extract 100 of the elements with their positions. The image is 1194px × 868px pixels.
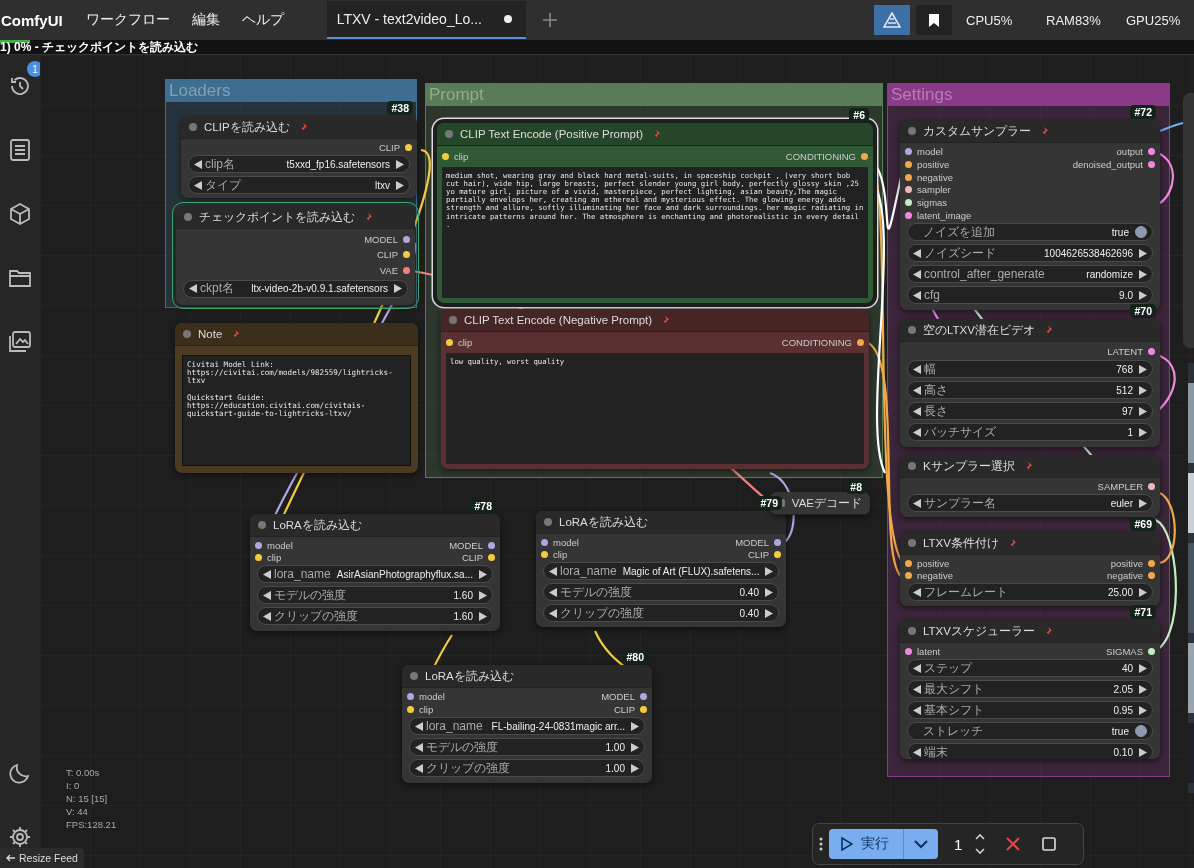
input-slot-icon[interactable] xyxy=(905,186,912,194)
left-arrow-icon[interactable] xyxy=(263,569,271,579)
input-slot-icon[interactable] xyxy=(905,199,912,206)
node-title-bar[interactable]: カスタムサンプラー xyxy=(900,120,1160,143)
menu-item[interactable]: ワークフロー xyxy=(76,5,179,35)
node-card[interactable]: LTXVスケジューラー latent SIGMAS ステップ 40 最大シフト 2.05 基本シフト 0.95 ストレッチ true 端末 0.10 xyxy=(900,620,1160,759)
drag-handle-icon[interactable] xyxy=(819,837,823,851)
value-widget[interactable]: モデルの強度 1.00 xyxy=(409,738,645,756)
collapse-dot-icon[interactable] xyxy=(410,672,418,680)
right-arrow-icon[interactable] xyxy=(765,566,774,576)
node-title-bar[interactable]: Kサンプラー選択 xyxy=(900,455,1160,478)
input-slot-icon[interactable] xyxy=(446,338,453,346)
menu-item[interactable]: ヘルプ xyxy=(232,5,293,35)
right-arrow-icon[interactable] xyxy=(1139,684,1147,694)
collapse-dot-icon[interactable] xyxy=(908,539,916,547)
collapse-dot-icon[interactable] xyxy=(908,462,916,470)
left-arrow-icon[interactable] xyxy=(263,611,271,621)
images-button[interactable] xyxy=(6,329,34,355)
output-slot-icon[interactable] xyxy=(774,551,781,558)
value-widget[interactable]: 最大シフト 2.05 xyxy=(907,680,1153,698)
output-slot-icon[interactable] xyxy=(640,693,647,701)
left-arrow-icon[interactable] xyxy=(913,269,921,279)
node-title-bar[interactable]: 空のLTXV潜在ビデオ xyxy=(900,319,1160,342)
right-arrow-icon[interactable] xyxy=(1139,364,1147,374)
output-slot-icon[interactable] xyxy=(1148,148,1155,156)
left-arrow-icon[interactable] xyxy=(913,684,921,694)
left-arrow-icon[interactable] xyxy=(415,763,423,773)
output-slot-icon[interactable] xyxy=(774,539,781,546)
left-arrow-icon[interactable] xyxy=(913,385,921,395)
input-slot-icon[interactable] xyxy=(905,173,912,181)
left-arrow-icon[interactable] xyxy=(913,498,921,508)
value-widget[interactable]: 基本シフト 0.95 xyxy=(907,701,1153,719)
node-title-bar[interactable]: LoRAを読み込む xyxy=(536,511,786,534)
toggle-widget[interactable]: ストレッチ true xyxy=(907,722,1153,740)
right-arrow-icon[interactable] xyxy=(1139,747,1147,757)
input-slot-icon[interactable] xyxy=(905,148,912,156)
right-arrow-icon[interactable] xyxy=(479,590,487,600)
value-widget[interactable]: ノイズシード 1004626538462696 xyxy=(907,244,1153,263)
value-widget[interactable]: ckpt名 ltx-video-2b-v0.9.1.safetensors xyxy=(183,279,408,298)
stepper-icon[interactable] xyxy=(974,831,987,857)
bookmark-button[interactable] xyxy=(916,5,952,35)
value-widget[interactable]: cfg 9.0 xyxy=(907,286,1153,305)
node-card[interactable]: LoRAを読み込む model MODEL clip CLIP lora_name AsirAsianPhotographyflux.sa... モデルの強度 1.60 クリップの強度 1.60 xyxy=(250,514,500,631)
right-arrow-icon[interactable] xyxy=(394,284,402,293)
node-card[interactable]: 空のLTXV潜在ビデオ LATENT 幅 768 高さ 512 長さ 97 バッチサイズ 1 xyxy=(900,319,1160,447)
collapse-dot-icon[interactable] xyxy=(908,627,916,635)
node-card[interactable]: LoRAを読み込む model MODEL clip CLIP lora_name Magic of Art (FLUX).safetens... モデルの強度 0.40 クリップの強度 0.40 xyxy=(536,511,786,627)
toggle-widget[interactable]: ノイズを追加 true xyxy=(907,223,1153,242)
batch-count-field[interactable]: 1 xyxy=(944,829,993,859)
right-arrow-icon[interactable] xyxy=(1139,248,1147,258)
right-arrow-icon[interactable] xyxy=(1139,406,1147,416)
node-title-bar[interactable]: CLIP Text Encode (Positive Prompt) xyxy=(437,123,873,146)
node-title-bar[interactable]: チェックポイントを読み込む xyxy=(176,206,415,229)
right-arrow-icon[interactable] xyxy=(1139,587,1147,597)
run-options-button[interactable] xyxy=(903,829,938,859)
input-slot-icon[interactable] xyxy=(407,705,414,713)
input-slot-icon[interactable] xyxy=(255,554,262,561)
right-arrow-icon[interactable] xyxy=(396,159,404,169)
workflow-tab[interactable]: LTXV - text2video_Lo... xyxy=(326,1,526,39)
value-widget[interactable]: フレームレート 25.00 xyxy=(907,583,1153,601)
right-arrow-icon[interactable] xyxy=(1139,427,1147,437)
left-arrow-icon[interactable] xyxy=(913,406,921,416)
collapse-dot-icon[interactable] xyxy=(258,521,266,529)
value-widget[interactable]: タイプ ltxv xyxy=(188,176,410,194)
left-arrow-icon[interactable] xyxy=(415,742,423,752)
left-arrow-icon[interactable] xyxy=(913,663,921,673)
left-arrow-icon[interactable] xyxy=(549,587,557,597)
input-slot-icon[interactable] xyxy=(541,551,548,558)
value-widget[interactable]: lora_name AsirAsianPhotographyflux.sa... xyxy=(257,565,493,583)
value-widget[interactable]: モデルの強度 0.40 xyxy=(543,583,779,601)
collapse-dot-icon[interactable] xyxy=(445,130,453,138)
output-slot-icon[interactable] xyxy=(1148,560,1155,567)
node-title-bar[interactable]: LoRAを読み込む xyxy=(250,514,500,537)
input-slot-icon[interactable] xyxy=(905,161,912,168)
logo-button[interactable] xyxy=(874,5,910,35)
right-arrow-icon[interactable] xyxy=(765,587,773,597)
collapse-dot-icon[interactable] xyxy=(449,316,457,324)
value-widget[interactable]: ステップ 40 xyxy=(907,659,1153,677)
collapse-dot-icon[interactable] xyxy=(544,518,552,526)
right-arrow-icon[interactable] xyxy=(1139,498,1147,508)
right-arrow-icon[interactable] xyxy=(1139,705,1147,715)
node-card[interactable]: LTXV条件付け positive positive negative negative フレームレート 25.00 xyxy=(900,532,1160,606)
output-slot-icon[interactable] xyxy=(488,554,495,561)
value-widget[interactable]: モデルの強度 1.60 xyxy=(257,586,493,604)
output-slot-icon[interactable] xyxy=(488,542,495,549)
left-arrow-icon[interactable] xyxy=(913,290,921,300)
input-slot-icon[interactable] xyxy=(442,152,449,160)
input-slot-icon[interactable] xyxy=(255,542,262,549)
right-arrow-icon[interactable] xyxy=(765,608,773,618)
left-arrow-icon[interactable] xyxy=(913,364,921,374)
run-button[interactable]: 実行 xyxy=(829,829,903,859)
value-widget[interactable]: 長さ 97 xyxy=(907,402,1153,420)
output-slot-icon[interactable] xyxy=(1148,648,1155,655)
collapse-dot-icon[interactable] xyxy=(184,213,192,221)
node-title-bar[interactable]: CLIPを読み込む xyxy=(181,116,417,139)
right-arrow-icon[interactable] xyxy=(631,742,639,752)
app-logo[interactable]: ComfyUI xyxy=(0,11,73,29)
right-arrow-icon[interactable] xyxy=(479,569,487,579)
output-slot-icon[interactable] xyxy=(1148,572,1155,579)
node-title-bar[interactable]: LTXV条件付け xyxy=(900,532,1160,555)
